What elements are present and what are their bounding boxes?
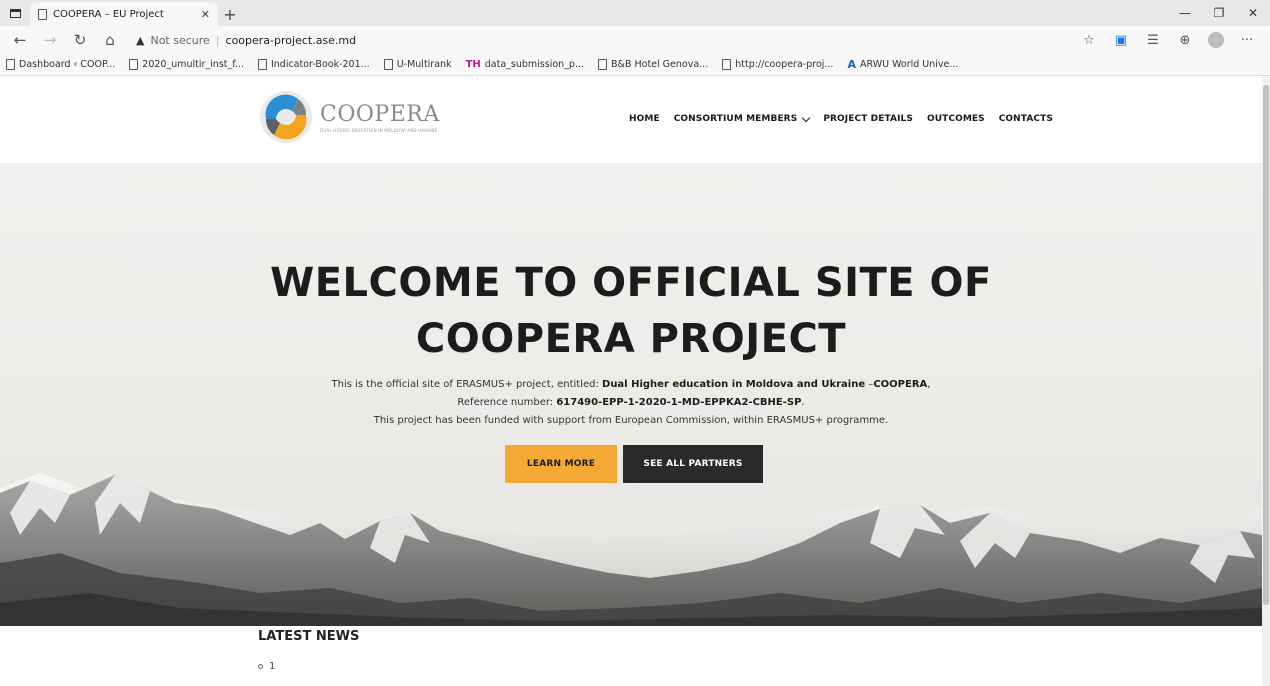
page-icon <box>6 59 15 70</box>
web-page: COOPERA DUAL HIGHER EDUCATION IN MOLDOVA… <box>0 77 1262 686</box>
nav-project-details[interactable]: PROJECT DETAILS <box>823 114 913 124</box>
profile-avatar[interactable] <box>1208 32 1224 48</box>
page-icon <box>383 59 393 70</box>
new-tab-button[interactable]: + <box>218 2 242 26</box>
tab-actions-button[interactable] <box>0 0 30 26</box>
address-separator: | <box>215 33 220 47</box>
nav-outcomes[interactable]: OUTCOMES <box>927 114 985 124</box>
hero-title-line-1: WELCOME TO OFFICIAL SITE OF <box>270 260 992 306</box>
arwu-logo-icon: A <box>847 58 856 71</box>
scrollbar-thumb[interactable] <box>1263 85 1269 605</box>
bookmark-label: Indicator-Book-201... <box>270 59 370 70</box>
nav-contacts[interactable]: CONTACTS <box>999 114 1053 124</box>
refresh-icon[interactable]: ↻ <box>70 30 90 50</box>
reference-number: 617490-EPP-1-2020-1-MD-EPPKA2-CBHE-SP <box>556 397 802 408</box>
bookmark-item[interactable]: Dashboard ‹ COOP... <box>6 59 115 70</box>
minimize-icon[interactable]: — <box>1168 0 1202 26</box>
bookmark-label: U-Multirank <box>396 59 452 70</box>
bookmark-item[interactable]: TH data_submission_p... <box>466 59 584 70</box>
bookmark-label: data_submission_p... <box>484 59 585 70</box>
browser-tab-bar: COOPERA – EU Project ✕ + — ❐ ✕ <box>0 0 1270 26</box>
hero-title: WELCOME TO OFFICIAL SITE OF COOPERA PROJ… <box>0 255 1262 367</box>
bookmark-item[interactable]: Indicator-Book-201... <box>257 59 370 70</box>
extension-icon[interactable]: ▣ <box>1112 31 1130 49</box>
bookmark-label: Dashboard ‹ COOP... <box>19 59 116 70</box>
news-list: 1 <box>258 661 275 672</box>
hero-line-3: This project has been funded with suppor… <box>373 415 889 426</box>
bookmark-label: http://coopera-proj... <box>735 59 834 70</box>
hero-title-line-2: COOPERA PROJECT <box>415 316 847 362</box>
bookmark-item[interactable]: U-Multirank <box>383 59 452 70</box>
main-nav: HOME CONSORTIUM MEMBERS PROJECT DETAILS … <box>629 113 1053 124</box>
bookmark-label: 2020_umultir_inst_f... <box>142 59 244 70</box>
hero-section: WELCOME TO OFFICIAL SITE OF COOPERA PROJ… <box>0 163 1262 626</box>
learn-more-button[interactable]: LEARN MORE <box>505 445 617 483</box>
page-icon <box>598 59 608 70</box>
nav-label: CONSORTIUM MEMBERS <box>673 114 798 124</box>
more-icon[interactable]: ··· <box>1238 31 1256 49</box>
bookmark-label: B&B Hotel Genova... <box>611 59 709 70</box>
coopera-logo-icon <box>260 91 312 143</box>
bookmark-item[interactable]: 2020_umultir_inst_f... <box>129 59 244 70</box>
hero-line-2-suffix: . <box>801 397 805 408</box>
latest-news-heading: LATEST NEWS <box>258 629 360 644</box>
address-bar[interactable]: ▲ Not secure | coopera-project.ase.md <box>130 29 1070 51</box>
tab-actions-icon <box>9 8 21 18</box>
reference-label: Reference number: <box>457 397 557 408</box>
project-acronym: COOPERA <box>873 379 928 390</box>
news-item[interactable]: 1 <box>269 661 275 672</box>
url-text: coopera-project.ase.md <box>225 33 357 47</box>
bookmarks-bar: Dashboard ‹ COOP... 2020_umultir_inst_f.… <box>0 54 1270 76</box>
logo-tagline: DUAL HIGHER EDUCATION IN MOLDOVA AND UKR… <box>320 127 438 133</box>
page-scrollbar[interactable] <box>1262 77 1270 686</box>
security-label: Not secure <box>150 33 210 47</box>
project-title: Dual Higher education in Moldova and Ukr… <box>602 379 866 390</box>
close-tab-icon[interactable]: ✕ <box>201 8 210 21</box>
logo-brand: COOPERA <box>320 101 440 127</box>
favorites-icon[interactable]: ☰ <box>1144 31 1162 49</box>
logo-text: COOPERA DUAL HIGHER EDUCATION IN MOLDOVA… <box>320 102 440 133</box>
restore-icon[interactable]: ❐ <box>1202 0 1236 26</box>
warning-icon[interactable]: ▲ <box>136 34 144 47</box>
chevron-down-icon <box>802 113 811 122</box>
site-logo[interactable]: COOPERA DUAL HIGHER EDUCATION IN MOLDOVA… <box>258 89 440 145</box>
back-icon[interactable]: ← <box>10 30 30 50</box>
favorite-add-icon[interactable]: ☆ <box>1080 31 1098 49</box>
hero-line-1-suffix: , <box>927 379 931 390</box>
site-header: COOPERA DUAL HIGHER EDUCATION IN MOLDOVA… <box>0 77 1262 163</box>
page-icon <box>722 59 732 70</box>
page-icon <box>257 59 267 70</box>
bookmark-label: ARWU World Unive... <box>859 59 959 70</box>
bookmark-item[interactable]: A ARWU World Unive... <box>847 58 958 71</box>
hero-line-2: Reference number: 617490-EPP-1-2020-1-MD… <box>0 394 1262 412</box>
page-icon <box>129 59 139 70</box>
tab-title: COOPERA – EU Project <box>53 8 164 20</box>
bookmark-item[interactable]: B&B Hotel Genova... <box>598 59 708 70</box>
page-icon <box>38 8 47 20</box>
browser-toolbar: ← → ↻ ⌂ ▲ Not secure | coopera-project.a… <box>0 26 1270 54</box>
hero-line-1: This is the official site of ERASMUS+ pr… <box>0 376 1262 394</box>
the-logo-icon: TH <box>465 59 481 70</box>
window-controls: — ❐ ✕ <box>1168 0 1270 26</box>
collections-icon[interactable]: ⊕ <box>1176 31 1194 49</box>
toolbar-actions: ☆ ▣ ☰ ⊕ ··· <box>1080 31 1260 49</box>
close-window-icon[interactable]: ✕ <box>1236 0 1270 26</box>
bullet-icon <box>258 664 263 669</box>
nav-consortium-members[interactable]: CONSORTIUM MEMBERS <box>673 113 811 124</box>
browser-tab[interactable]: COOPERA – EU Project ✕ <box>30 2 218 26</box>
hero-description: This is the official site of ERASMUS+ pr… <box>0 376 1262 430</box>
nav-home[interactable]: HOME <box>629 114 660 124</box>
see-all-partners-button[interactable]: SEE ALL PARTNERS <box>623 445 763 483</box>
hero-line-1-prefix: This is the official site of ERASMUS+ pr… <box>331 379 603 390</box>
bookmark-item[interactable]: http://coopera-proj... <box>722 59 833 70</box>
forward-icon[interactable]: → <box>40 30 60 50</box>
home-icon[interactable]: ⌂ <box>100 30 120 50</box>
